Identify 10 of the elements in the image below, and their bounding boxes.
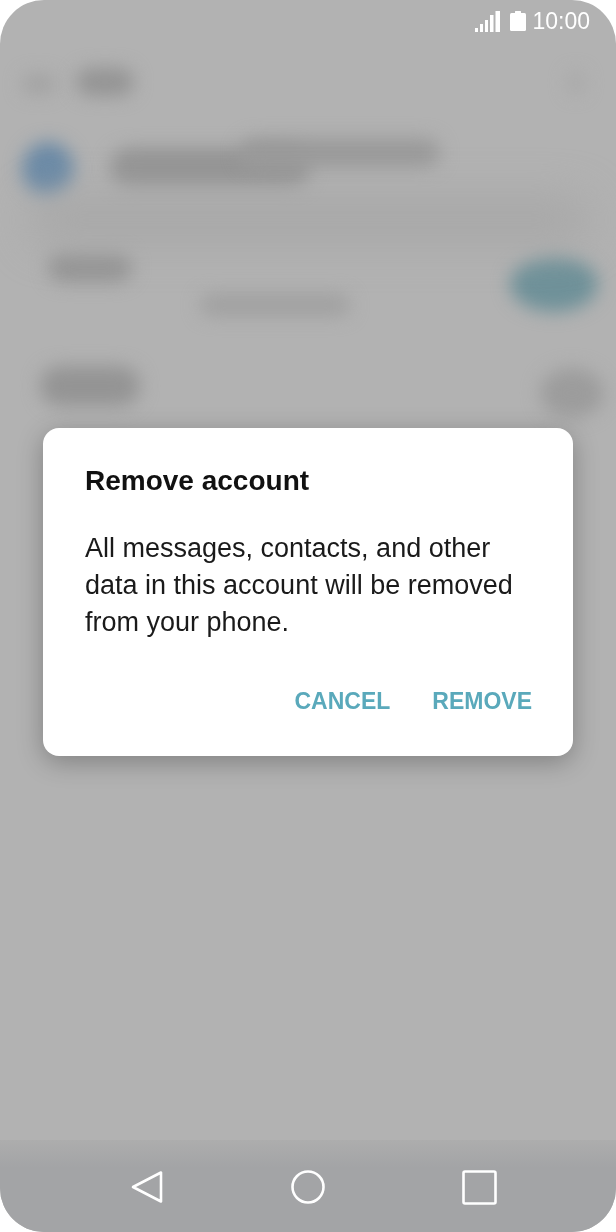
dialog-title: Remove account xyxy=(85,464,310,498)
back-icon[interactable] xyxy=(130,1170,164,1204)
home-icon[interactable] xyxy=(291,1170,325,1204)
signal-icon xyxy=(475,10,501,32)
dialog-message: All messages, contacts, and other data in this account will be removed from your phone. xyxy=(85,532,514,639)
recent-apps-icon[interactable] xyxy=(462,1169,497,1205)
status-time: 10:00 xyxy=(532,8,590,34)
cancel-button[interactable]: CANCEL xyxy=(286,677,399,725)
battery-icon xyxy=(510,11,527,31)
remove-button[interactable]: REMOVE xyxy=(424,677,540,725)
